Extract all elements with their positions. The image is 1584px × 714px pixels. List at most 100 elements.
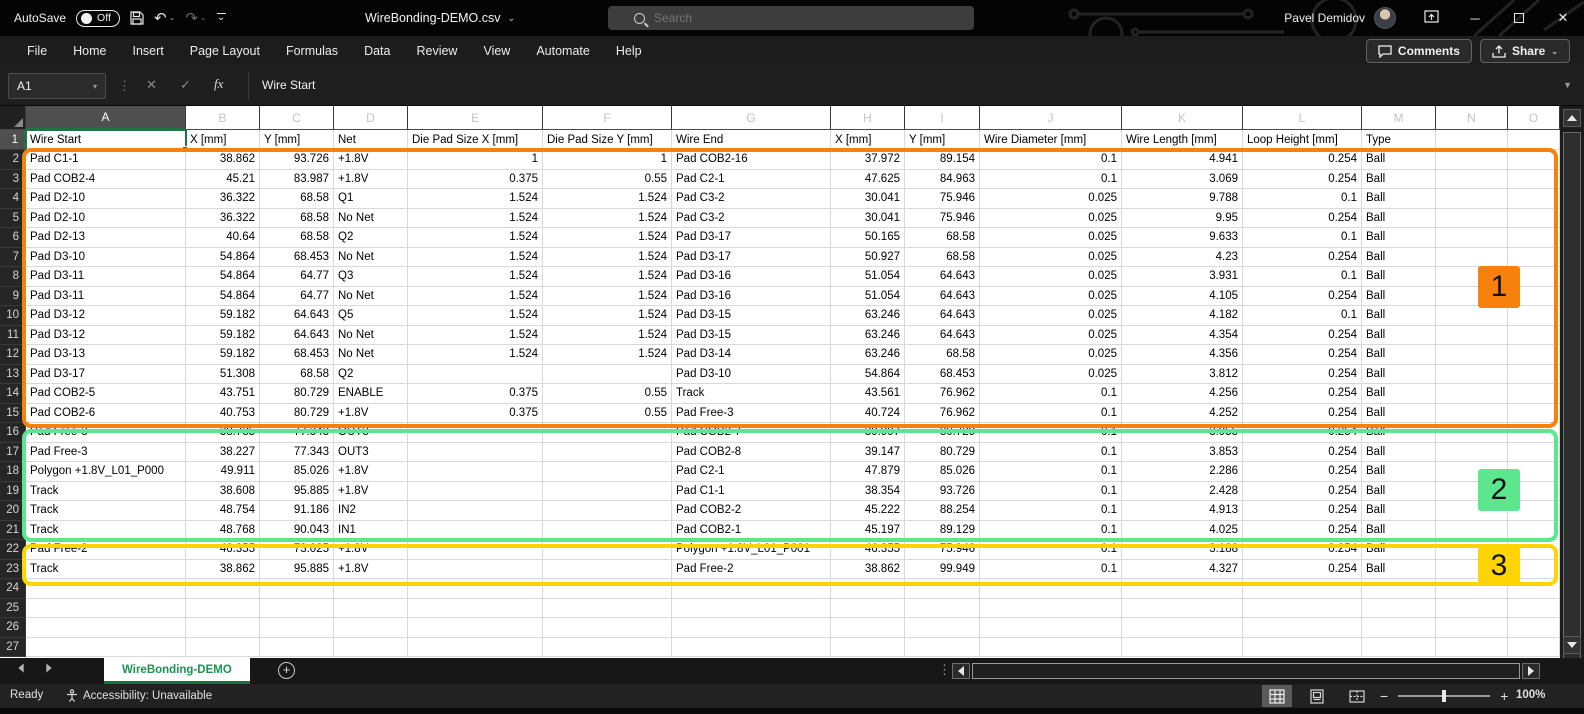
cell-J6[interactable]: 0.025 (980, 228, 1122, 248)
cell-A5[interactable]: Pad D2-10 (26, 209, 186, 229)
cell-C19[interactable]: 95.885 (260, 482, 334, 502)
cell-M21[interactable]: Ball (1362, 521, 1436, 541)
cell-L27[interactable] (1243, 638, 1362, 658)
cell-C3[interactable]: 83.987 (260, 170, 334, 190)
autosave-toggle[interactable]: Off (76, 10, 120, 27)
horizontal-scrollbar-thumb[interactable] (972, 663, 1520, 679)
column-header-O[interactable]: O (1508, 106, 1560, 130)
cell-D17[interactable]: OUT3 (334, 443, 408, 463)
document-title[interactable]: WireBonding-DEMO.csv⌄ (360, 0, 520, 36)
share-button[interactable]: Share ⌄ (1480, 39, 1570, 63)
cell-G1[interactable]: Wire End (672, 130, 831, 150)
cell-B8[interactable]: 54.864 (186, 267, 260, 287)
scroll-left-button[interactable] (952, 663, 970, 679)
cell-D16[interactable]: OUT3 (334, 423, 408, 443)
cell-A20[interactable]: Track (26, 501, 186, 521)
cell-I20[interactable]: 88.254 (905, 501, 980, 521)
cell-A18[interactable]: Polygon +1.8V_L01_P000 (26, 462, 186, 482)
cell-I17[interactable]: 80.729 (905, 443, 980, 463)
cell-O21[interactable] (1508, 521, 1560, 541)
cell-H20[interactable]: 45.222 (831, 501, 905, 521)
cell-L6[interactable]: 0.1 (1243, 228, 1362, 248)
cell-C4[interactable]: 68.58 (260, 189, 334, 209)
cell-K24[interactable] (1122, 579, 1243, 599)
cell-I21[interactable]: 89.129 (905, 521, 980, 541)
cell-K22[interactable]: 3.188 (1122, 540, 1243, 560)
cell-D8[interactable]: Q3 (334, 267, 408, 287)
cell-B2[interactable]: 38.862 (186, 150, 260, 170)
cell-I8[interactable]: 64.643 (905, 267, 980, 287)
cell-A12[interactable]: Pad D3-13 (26, 345, 186, 365)
cell-B9[interactable]: 54.864 (186, 287, 260, 307)
cell-C5[interactable]: 68.58 (260, 209, 334, 229)
cancel-entry-icon[interactable]: ✕ (146, 77, 157, 93)
cell-N21[interactable] (1436, 521, 1508, 541)
expand-formula-bar-icon[interactable]: ▼ (1563, 80, 1572, 90)
cell-A1[interactable]: Wire Start (26, 130, 186, 150)
cell-H15[interactable]: 40.724 (831, 404, 905, 424)
cell-O26[interactable] (1508, 618, 1560, 638)
column-header-N[interactable]: N (1436, 106, 1508, 130)
cell-K13[interactable]: 3.812 (1122, 365, 1243, 385)
cell-E8[interactable]: 1.524 (408, 267, 543, 287)
cell-L20[interactable]: 0.254 (1243, 501, 1362, 521)
cell-L15[interactable]: 0.254 (1243, 404, 1362, 424)
cell-K11[interactable]: 4.354 (1122, 326, 1243, 346)
cell-E17[interactable] (408, 443, 543, 463)
cell-A10[interactable]: Pad D3-12 (26, 306, 186, 326)
row-header-14[interactable]: 14 (0, 384, 26, 404)
row-header-13[interactable]: 13 (0, 365, 26, 385)
cell-H27[interactable] (831, 638, 905, 658)
cell-M25[interactable] (1362, 599, 1436, 619)
cell-C18[interactable]: 85.026 (260, 462, 334, 482)
cell-M27[interactable] (1362, 638, 1436, 658)
cell-K5[interactable]: 9.95 (1122, 209, 1243, 229)
cell-D3[interactable]: +1.8V (334, 170, 408, 190)
cell-D13[interactable]: Q2 (334, 365, 408, 385)
cell-A14[interactable]: Pad COB2-5 (26, 384, 186, 404)
formula-input[interactable]: Wire Start (262, 78, 315, 92)
cell-F22[interactable] (543, 540, 672, 560)
cell-B16[interactable]: 38.735 (186, 423, 260, 443)
cell-E10[interactable]: 1.524 (408, 306, 543, 326)
maximize-button[interactable] (1510, 11, 1528, 26)
vertical-scrollbar-thumb[interactable] (1563, 132, 1581, 708)
cell-B14[interactable]: 43.751 (186, 384, 260, 404)
cell-B21[interactable]: 48.768 (186, 521, 260, 541)
cell-N17[interactable] (1436, 443, 1508, 463)
cell-L21[interactable]: 0.254 (1243, 521, 1362, 541)
column-header-E[interactable]: E (408, 106, 543, 130)
cell-C2[interactable]: 93.726 (260, 150, 334, 170)
cell-G5[interactable]: Pad C3-2 (672, 209, 831, 229)
cell-G9[interactable]: Pad D3-16 (672, 287, 831, 307)
cell-J4[interactable]: 0.025 (980, 189, 1122, 209)
cell-I12[interactable]: 68.58 (905, 345, 980, 365)
cell-N26[interactable] (1436, 618, 1508, 638)
cell-A3[interactable]: Pad COB2-4 (26, 170, 186, 190)
cell-E5[interactable]: 1.524 (408, 209, 543, 229)
cell-D6[interactable]: Q2 (334, 228, 408, 248)
cell-G27[interactable] (672, 638, 831, 658)
cell-F26[interactable] (543, 618, 672, 638)
cell-I10[interactable]: 64.643 (905, 306, 980, 326)
cell-I3[interactable]: 84.963 (905, 170, 980, 190)
cell-E12[interactable]: 1.524 (408, 345, 543, 365)
cell-L19[interactable]: 0.254 (1243, 482, 1362, 502)
cell-N10[interactable] (1436, 306, 1508, 326)
cell-H17[interactable]: 39.147 (831, 443, 905, 463)
cell-N3[interactable] (1436, 170, 1508, 190)
cell-I7[interactable]: 68.58 (905, 248, 980, 268)
cell-C16[interactable]: 77.343 (260, 423, 334, 443)
cell-F15[interactable]: 0.55 (543, 404, 672, 424)
cell-J12[interactable]: 0.025 (980, 345, 1122, 365)
cell-H7[interactable]: 50.927 (831, 248, 905, 268)
cell-A7[interactable]: Pad D3-10 (26, 248, 186, 268)
row-header-20[interactable]: 20 (0, 501, 26, 521)
cell-J22[interactable]: 0.1 (980, 540, 1122, 560)
cell-D15[interactable]: +1.8V (334, 404, 408, 424)
row-header-8[interactable]: 8 (0, 267, 26, 287)
cell-H2[interactable]: 37.972 (831, 150, 905, 170)
cell-G19[interactable]: Pad C1-1 (672, 482, 831, 502)
cell-E22[interactable] (408, 540, 543, 560)
cell-A17[interactable]: Pad Free-3 (26, 443, 186, 463)
